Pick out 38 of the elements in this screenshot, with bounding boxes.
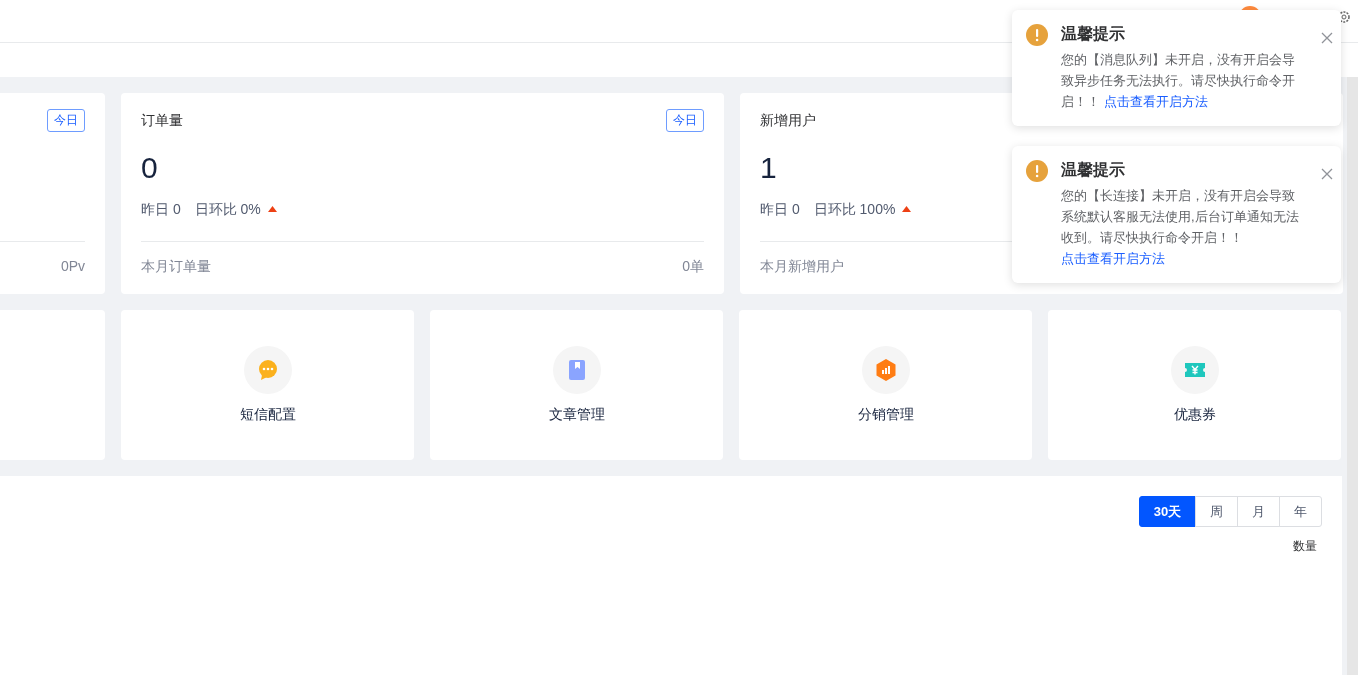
period-tab[interactable]: 周 — [1195, 496, 1238, 527]
warning-icon — [1026, 160, 1048, 182]
stat-value: 0 — [141, 151, 158, 184]
card-title: 订单量 — [141, 110, 183, 130]
notification-title: 温馨提示 — [1061, 24, 1126, 44]
footer-value: 0单 — [682, 257, 704, 276]
yesterday-value: 昨日 0 — [141, 199, 181, 219]
scrollbar[interactable] — [1347, 77, 1358, 675]
shortcut-label: 文章管理 — [548, 405, 605, 424]
notification-title: 温馨提示 — [1061, 160, 1126, 180]
shortcut-label: 优惠券 — [1173, 405, 1216, 424]
shortcut-card[interactable]: 优惠券 — [1048, 310, 1341, 460]
notification-text: 您的【消息队列】未开启，没有开启会导致异步任务无法执行。请尽快执行命令开启！！ 点击查看开启方法 — [1061, 51, 1296, 111]
bar-chart-icon — [873, 358, 898, 382]
footer-value: 0Pv — [60, 257, 85, 276]
help-link[interactable]: 点击查看开启方法 — [1061, 251, 1165, 266]
ratio-value: 日环比 100% — [813, 199, 896, 219]
period-tag: 今日 — [47, 108, 85, 132]
shortcut-card[interactable]: 分销管理 — [739, 310, 1032, 460]
footer-label: 本月新增用户 — [760, 257, 844, 276]
period-tab[interactable]: 30天 — [1139, 496, 1196, 527]
period-tag: 今日 — [666, 108, 704, 132]
settings-icon[interactable] — [1337, 10, 1351, 24]
card-title: 新增用户 — [760, 110, 816, 130]
warning-icon — [1026, 24, 1048, 46]
notification-text: 您的【长连接】未开启，没有开启会导致系统默认客服无法使用,后台订单通知无法收到。请尽快执行命令开启！！ 点击查看开启方法 — [1061, 187, 1300, 268]
shortcut-label: 分销管理 — [857, 405, 914, 424]
shortcut-card[interactable]: 短信配置 — [121, 310, 414, 460]
stat-value: 1 — [760, 151, 777, 184]
shortcut-label: 短信配置 — [239, 405, 296, 424]
yesterday-value: 昨日 0 — [760, 199, 800, 219]
shortcut-card[interactable]: 文章管理 — [430, 310, 723, 460]
period-tab[interactable]: 月 — [1237, 496, 1280, 527]
axis-label: 数量 — [1293, 538, 1317, 555]
footer-label: 本月订单量 — [141, 257, 211, 276]
ratio-value: 日环比 0% — [194, 199, 261, 219]
help-link[interactable]: 点击查看开启方法 — [1103, 94, 1208, 109]
period-tab[interactable]: 年 — [1279, 496, 1322, 527]
